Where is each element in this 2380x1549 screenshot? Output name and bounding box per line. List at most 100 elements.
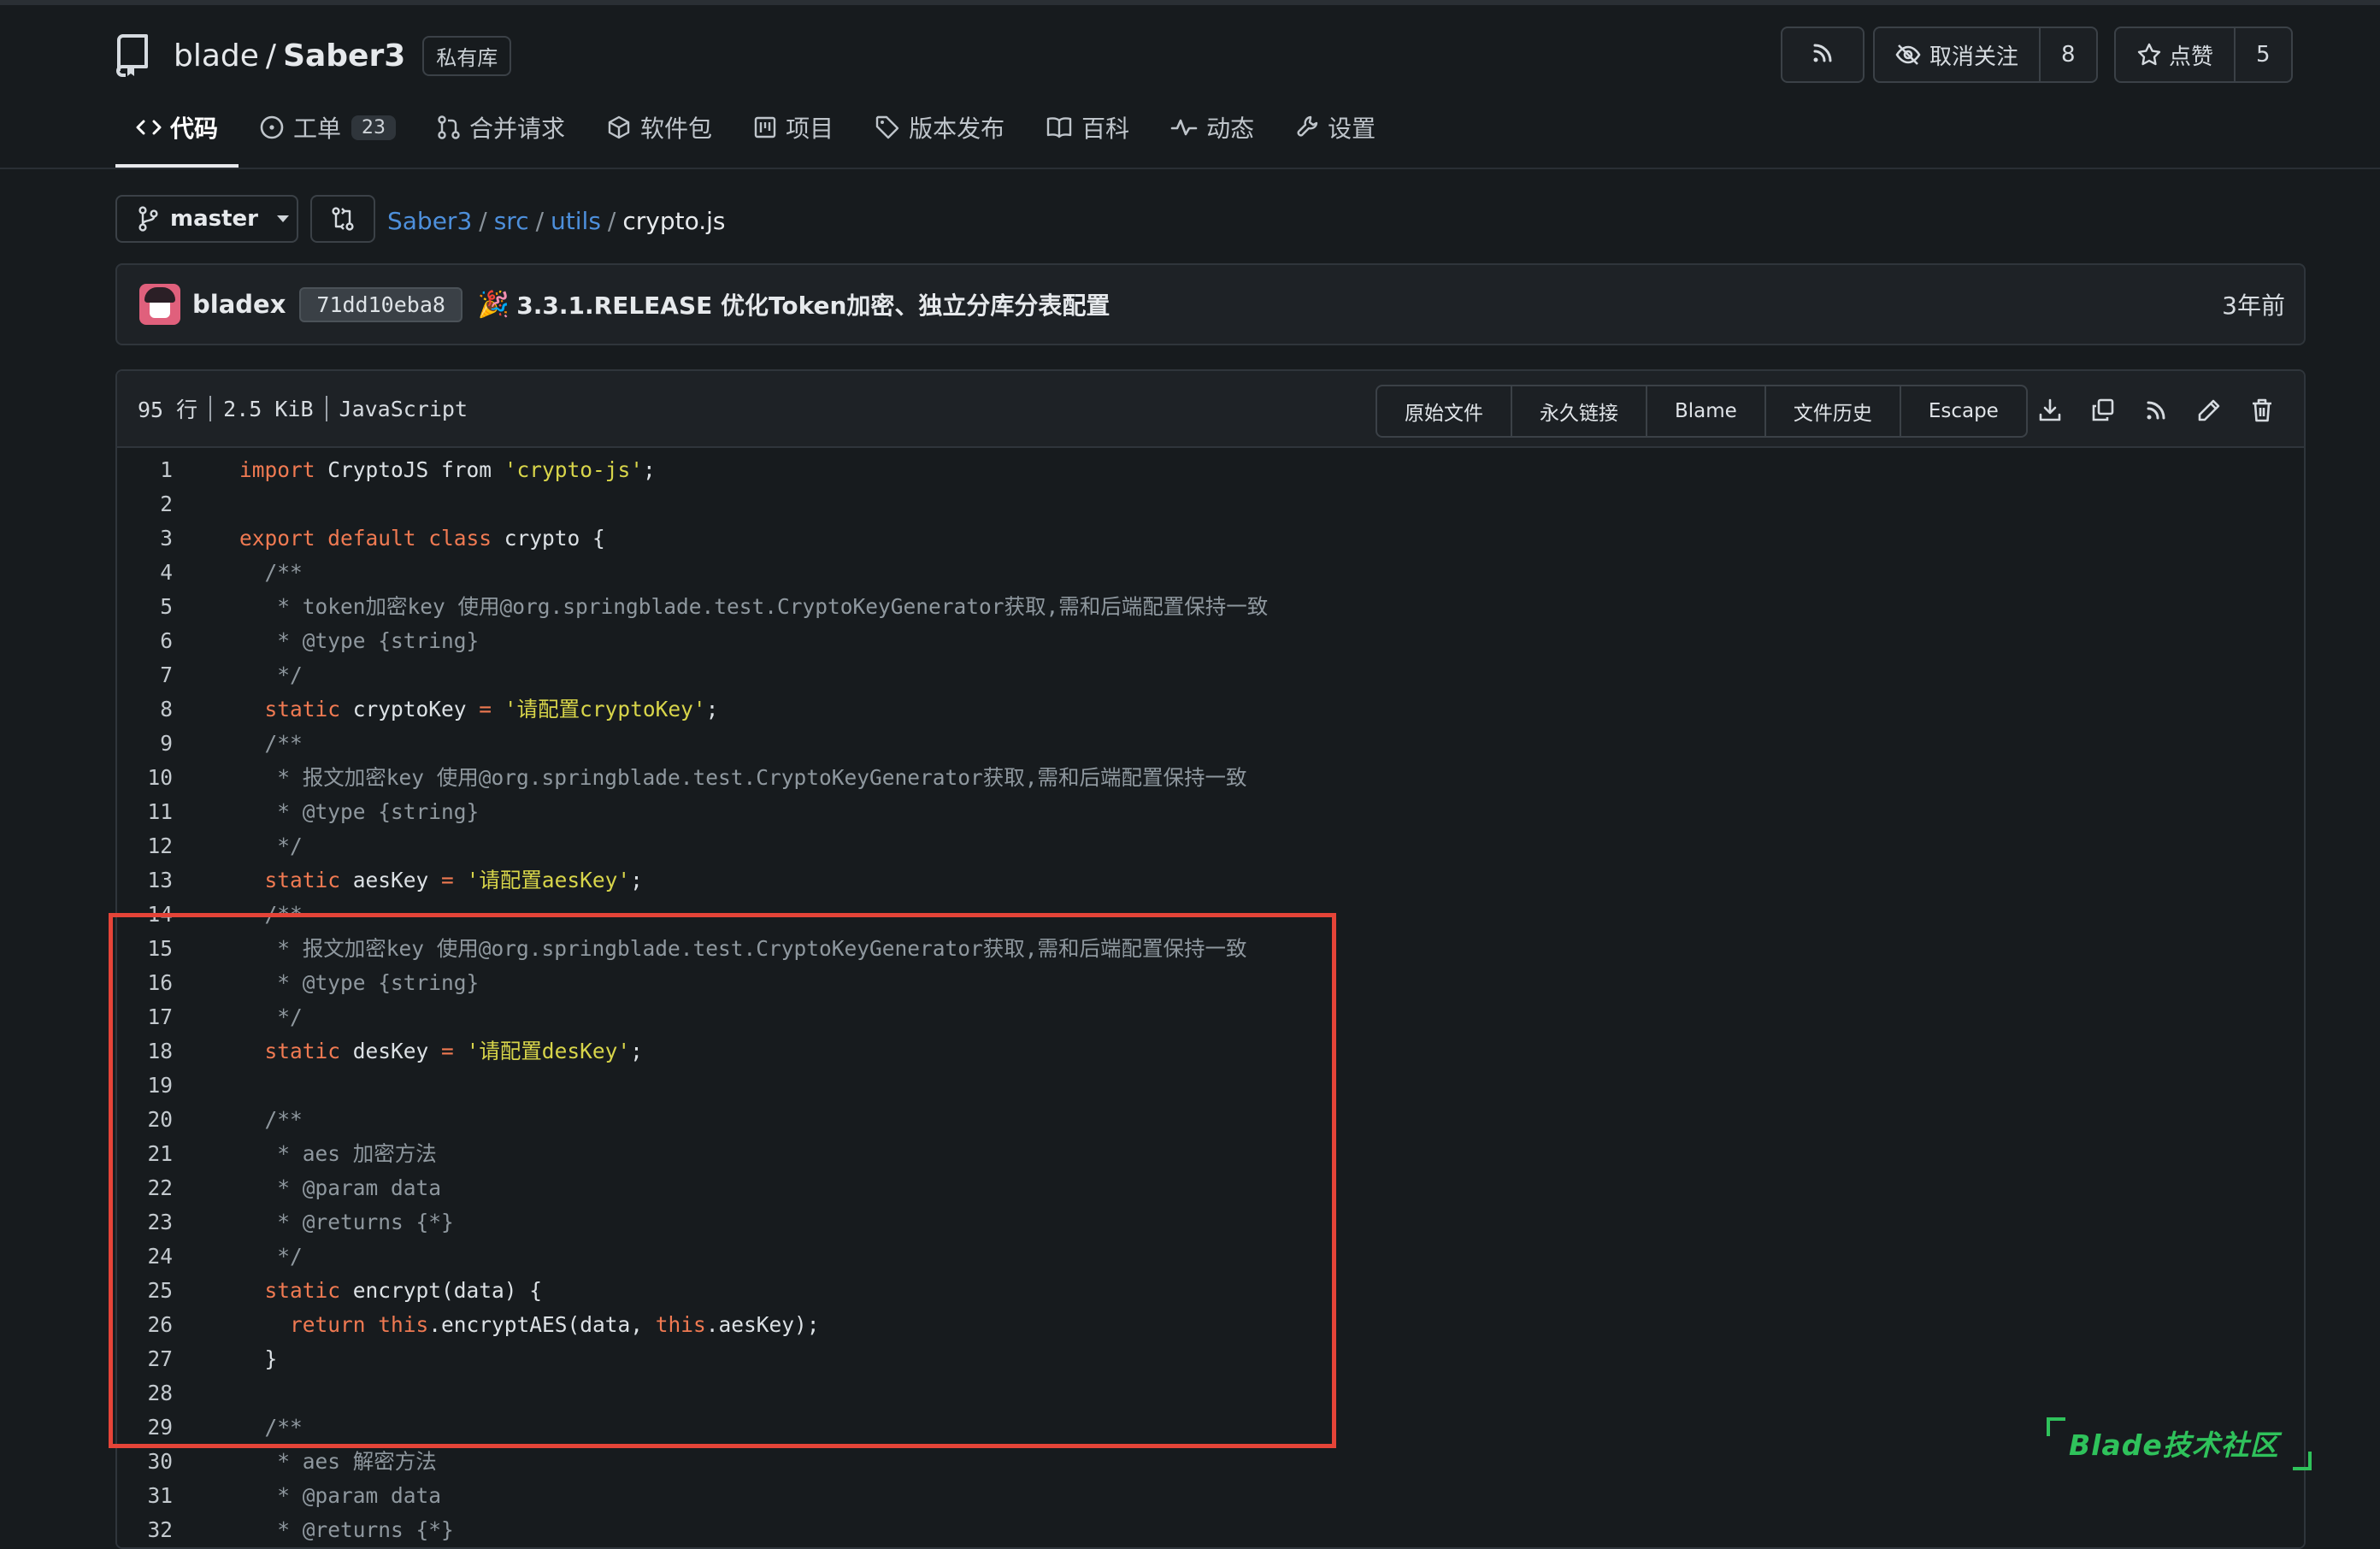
- breadcrumb-src-link[interactable]: src: [494, 207, 529, 235]
- download-icon[interactable]: [2024, 393, 2077, 427]
- file-action-buttons: 原始文件 永久链接 Blame 文件历史 Escape: [1376, 385, 2028, 438]
- line-number[interactable]: 24: [117, 1240, 173, 1274]
- private-badge: 私有库: [422, 35, 512, 76]
- line-number[interactable]: 26: [117, 1308, 173, 1342]
- code-token: cryptoKey: [340, 697, 480, 721]
- permalink-button[interactable]: 永久链接: [1511, 386, 1646, 436]
- tag-icon: [875, 115, 909, 140]
- line-number[interactable]: 20: [117, 1103, 173, 1137]
- commit-author-link[interactable]: bladex: [192, 290, 286, 319]
- branch-icon: [138, 206, 158, 232]
- repo-name-link[interactable]: Saber3: [283, 38, 405, 74]
- code-token: */: [239, 833, 303, 858]
- rss-icon[interactable]: [2130, 393, 2183, 427]
- line-number[interactable]: 22: [117, 1171, 173, 1205]
- line-number[interactable]: 25: [117, 1274, 173, 1308]
- line-number[interactable]: 21: [117, 1137, 173, 1171]
- line-number[interactable]: 6: [117, 624, 173, 658]
- line-number[interactable]: 9: [117, 727, 173, 761]
- line-number[interactable]: 13: [117, 863, 173, 898]
- line-number[interactable]: 3: [117, 521, 173, 556]
- tab-activity[interactable]: 动态: [1150, 101, 1275, 154]
- line-number[interactable]: 32: [117, 1513, 173, 1547]
- line-number[interactable]: 4: [117, 556, 173, 590]
- code-token: * @param data: [239, 1175, 442, 1200]
- commit-sha-link[interactable]: 71dd10eba8: [299, 286, 462, 322]
- line-number[interactable]: 8: [117, 692, 173, 727]
- repo-owner-link[interactable]: blade: [174, 38, 259, 74]
- divider: [325, 396, 327, 421]
- line-number[interactable]: 28: [117, 1376, 173, 1411]
- compare-button[interactable]: [310, 195, 375, 243]
- line-number[interactable]: 7: [117, 658, 173, 692]
- line-number[interactable]: 14: [117, 898, 173, 932]
- code-token: return this: [239, 1312, 429, 1337]
- line-number[interactable]: 30: [117, 1445, 173, 1479]
- code-line: 22 * @param data: [117, 1171, 2304, 1205]
- rss-button[interactable]: [1781, 27, 1865, 83]
- file-history-button[interactable]: 文件历史: [1764, 386, 1900, 436]
- avatar[interactable]: [139, 284, 180, 325]
- tab-projects[interactable]: 项目: [733, 101, 854, 154]
- edit-icon[interactable]: [2183, 393, 2236, 427]
- line-number[interactable]: 29: [117, 1411, 173, 1445]
- breadcrumb-repo-link[interactable]: Saber3: [387, 207, 472, 235]
- line-number[interactable]: 12: [117, 829, 173, 863]
- escape-button[interactable]: Escape: [1899, 386, 2026, 436]
- code-line: 32 * @returns {*}: [117, 1513, 2304, 1547]
- tab-settings[interactable]: 设置: [1275, 101, 1396, 154]
- line-number[interactable]: 15: [117, 932, 173, 966]
- code-token: ;: [630, 1039, 643, 1063]
- branch-selector[interactable]: master: [115, 195, 298, 243]
- line-number[interactable]: 2: [117, 487, 173, 521]
- line-number[interactable]: 23: [117, 1205, 173, 1240]
- line-number[interactable]: 18: [117, 1034, 173, 1069]
- line-number[interactable]: 10: [117, 761, 173, 795]
- line-code: * aes 解密方法: [173, 1445, 437, 1479]
- code-line: 2: [117, 487, 2304, 521]
- line-number[interactable]: 5: [117, 590, 173, 624]
- line-number[interactable]: 19: [117, 1069, 173, 1103]
- line-code: */: [173, 1240, 303, 1274]
- code-line: 23 * @returns {*}: [117, 1205, 2304, 1240]
- tab-issues[interactable]: 工单 23: [239, 101, 416, 154]
- code-token: this: [655, 1312, 706, 1337]
- code-listing: 1 import CryptoJS from 'crypto-js'; 2 3 expo…: [117, 448, 2304, 1547]
- line-number[interactable]: 27: [117, 1342, 173, 1376]
- line-number[interactable]: 1: [117, 453, 173, 487]
- copy-icon[interactable]: [2077, 393, 2130, 427]
- code-token: crypto {: [492, 526, 605, 551]
- file-language: JavaScript: [339, 396, 468, 421]
- code-line: 31 * @param data: [117, 1479, 2304, 1513]
- unwatch-button[interactable]: 取消关注: [1875, 28, 2039, 81]
- tab-releases[interactable]: 版本发布: [854, 101, 1025, 154]
- watch-count[interactable]: 8: [2039, 28, 2096, 81]
- code-token: * 报文加密key 使用@org.springblade.test.Crypto…: [239, 765, 1247, 790]
- code-token: =: [479, 697, 492, 721]
- code-line: 1 import CryptoJS from 'crypto-js';: [117, 453, 2304, 487]
- file-view: 95 行 2.5 KiB JavaScript 原始文件 永久链接 Blame …: [115, 369, 2306, 1549]
- line-number[interactable]: 16: [117, 966, 173, 1000]
- raw-file-button[interactable]: 原始文件: [1377, 386, 1511, 436]
- commit-message-link[interactable]: 3.3.1.RELEASE 优化Token加密、独立分库分表配置: [516, 287, 1110, 321]
- trash-icon[interactable]: [2236, 393, 2289, 427]
- line-number[interactable]: 31: [117, 1479, 173, 1513]
- code-line: 10 * 报文加密key 使用@org.springblade.test.Cry…: [117, 761, 2304, 795]
- tab-wiki[interactable]: 百科: [1025, 101, 1150, 154]
- code-token: * @returns {*}: [239, 1210, 454, 1234]
- tab-code[interactable]: 代码: [115, 101, 239, 168]
- code-token: '请配置aesKey': [466, 868, 631, 892]
- star-count[interactable]: 5: [2234, 28, 2291, 81]
- line-code: * @type {string}: [173, 624, 479, 658]
- tab-packages[interactable]: 软件包: [586, 101, 733, 154]
- breadcrumb-utils-link[interactable]: utils: [551, 207, 601, 235]
- line-number[interactable]: 11: [117, 795, 173, 829]
- code-token: ;: [643, 457, 656, 482]
- star-button[interactable]: 点赞: [2116, 28, 2234, 81]
- latest-commit-bar: bladex 71dd10eba8 🎉 3.3.1.RELEASE 优化Toke…: [115, 263, 2306, 345]
- blame-button[interactable]: Blame: [1646, 386, 1764, 436]
- tab-pull-requests[interactable]: 合并请求: [416, 101, 586, 154]
- line-code: export default class crypto {: [173, 521, 605, 556]
- line-number[interactable]: 17: [117, 1000, 173, 1034]
